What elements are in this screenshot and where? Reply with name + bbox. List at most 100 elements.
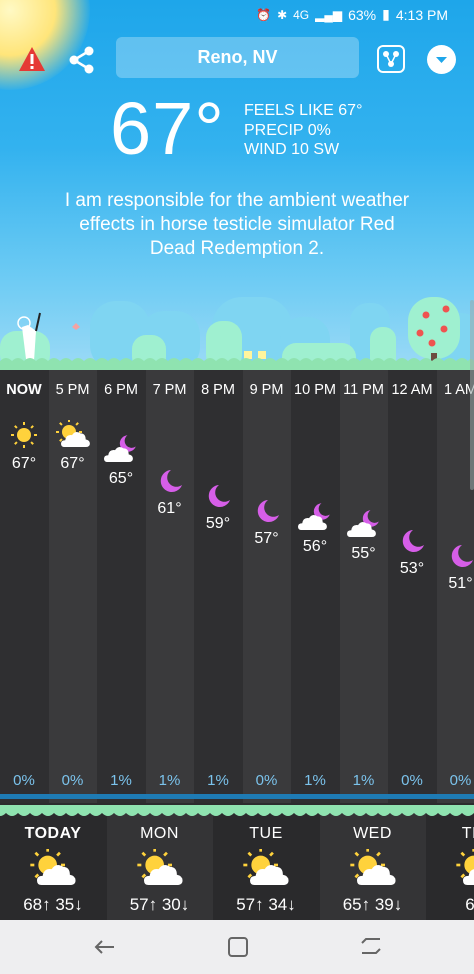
hourly-precip: 1% <box>352 772 375 789</box>
daily-day: THU <box>461 825 474 842</box>
weather-app: ⏰ ✱ 4G ▂▄▆ 63% ▮ 4:13 PM Reno, NV 67° FE… <box>0 0 474 974</box>
alarm-icon: ⏰ <box>256 7 272 22</box>
hourly-column: 9 PM 57° 0% <box>242 370 291 803</box>
hourly-time: 9 PM <box>249 382 284 398</box>
hourly-precip: 1% <box>110 772 132 789</box>
partly-sunny-icon <box>136 847 184 889</box>
hourly-precip: 0% <box>449 772 472 789</box>
partly-sunny-icon <box>455 847 474 889</box>
network-label: 4G <box>293 7 310 22</box>
hourly-precip: 1% <box>304 772 326 789</box>
location-button[interactable]: Reno, NV <box>116 37 359 78</box>
hourly-precip: 0% <box>401 772 423 789</box>
moon-icon <box>394 525 430 555</box>
hourly-time: 5 PM <box>55 382 90 398</box>
daily-day: TODAY <box>24 825 82 842</box>
hourly-precip: 1% <box>207 772 229 789</box>
partly-cloudy-night-icon <box>103 435 139 465</box>
hourly-column: 12 AM 53° 0% <box>388 370 436 803</box>
hourly-column: 1 AM 51° 0% <box>436 370 474 803</box>
hourly-forecast[interactable]: NOW 67° 0% 5 PM 67° 0% 6 PM 65° 1% 7 PM 61° 1% 8 PM 5… <box>0 370 474 803</box>
hourly-temp: 59° <box>205 515 231 532</box>
layout-toggle-icon[interactable] <box>377 45 405 73</box>
clock: 4:13 PM <box>395 6 448 23</box>
daily-high-low: 65↑ 39↓ <box>342 895 403 914</box>
bluetooth-icon: ✱ <box>277 7 288 22</box>
share-icon[interactable] <box>66 44 98 76</box>
hourly-column: 6 PM 65° 1% <box>97 370 145 803</box>
hourly-temp: 56° <box>302 537 328 555</box>
daily-day: TUE <box>249 825 283 842</box>
hourly-temp: 51° <box>448 575 473 592</box>
daily-column[interactable]: MON 57↑ 30↓ <box>106 805 213 920</box>
partly-sunny-icon <box>242 847 290 889</box>
hourly-column: 5 PM 67° 0% <box>48 370 97 803</box>
partly-sunny-icon <box>29 847 77 889</box>
hourly-column: 8 PM 59° 1% <box>194 370 242 803</box>
hourly-temp: 61° <box>157 500 182 517</box>
moon-icon <box>443 540 474 570</box>
hourly-time: 8 PM <box>201 382 235 398</box>
current-temperature: 67° <box>110 87 225 170</box>
partly-sunny-icon <box>349 847 397 889</box>
moon-icon <box>200 480 236 510</box>
back-icon[interactable] <box>92 935 118 959</box>
battery-icon: ▮ <box>382 6 390 22</box>
precip-chance: PRECIP 0% <box>244 121 331 139</box>
hourly-temp: 57° <box>254 530 279 547</box>
daily-column[interactable]: TODAY 68↑ 35↓ <box>0 805 106 920</box>
hourly-time: NOW <box>6 382 42 398</box>
scroll-indicator[interactable] <box>470 300 474 490</box>
dropdown-menu-icon[interactable] <box>427 45 456 74</box>
daily-day: WED <box>353 825 392 842</box>
scenery-illustration <box>0 297 474 378</box>
system-navigation-bar <box>0 920 474 974</box>
partly-cloudy-night-icon <box>346 510 382 540</box>
moon-icon <box>152 465 188 495</box>
sun-icon <box>6 420 42 450</box>
hourly-column: NOW 67° 0% <box>0 370 48 803</box>
daily-column[interactable]: TUE 57↑ 34↓ <box>213 805 319 920</box>
feels-like: FEELS LIKE 67° <box>244 102 363 119</box>
hourly-precip: 0% <box>255 772 278 789</box>
hourly-temp: 55° <box>351 545 376 562</box>
hourly-temp: 67° <box>60 455 85 472</box>
daily-day: MON <box>140 825 179 842</box>
snark-message: I am responsible for the ambient weather… <box>64 190 410 259</box>
hourly-column: 10 PM 56° 1% <box>291 370 339 803</box>
hourly-time: 12 AM <box>391 382 433 398</box>
hourly-time: 10 PM <box>294 382 336 398</box>
hourly-temp: 67° <box>11 455 37 472</box>
hourly-temp: 53° <box>399 560 425 577</box>
daily-forecast[interactable]: TODAY 68↑ 35↓ MON 57↑ 30↓ TUE 57↑ 34↓ WED 65↑ 3… <box>0 805 474 920</box>
partly-cloudy-night-icon <box>297 502 333 533</box>
status-bar: ⏰ ✱ 4G ▂▄▆ 63% ▮ 4:13 PM <box>0 0 474 28</box>
grass-divider <box>0 805 474 816</box>
daily-column[interactable]: WED 65↑ 39↓ <box>319 805 426 920</box>
conditions-list: FEELS LIKE 67° PRECIP 0% WIND 10 SW <box>244 101 362 160</box>
hourly-precip: 1% <box>158 772 181 789</box>
hourly-column: 11 PM 55° 1% <box>339 370 388 803</box>
hourly-time: 1 AM <box>443 382 474 398</box>
partly-sunny-icon <box>55 419 91 450</box>
moon-icon <box>249 495 285 525</box>
hourly-precip: 0% <box>13 772 35 789</box>
daily-high-low: 68↑ 35↓ <box>23 895 83 914</box>
daily-high-low: 67↑ <box>465 895 474 914</box>
hourly-time: 7 PM <box>152 382 187 398</box>
hourly-column: 7 PM 61° 1% <box>145 370 194 803</box>
hourly-time: 11 PM <box>343 382 384 398</box>
hourly-precip: 0% <box>61 772 84 789</box>
hourly-time: 6 PM <box>104 382 138 398</box>
daily-high-low: 57↑ 30↓ <box>129 895 190 914</box>
wind: WIND 10 SW <box>244 141 340 158</box>
recents-icon[interactable] <box>358 935 384 959</box>
daily-column[interactable]: THU 67↑ <box>426 805 474 920</box>
daily-high-low: 57↑ 34↓ <box>236 895 296 914</box>
home-icon[interactable] <box>225 935 251 959</box>
hourly-temp: 65° <box>108 470 134 487</box>
alert-icon[interactable] <box>18 46 46 72</box>
hourly-precip-strip <box>0 794 474 799</box>
signal-icon: ▂▄▆ <box>315 7 343 22</box>
battery-level: 63% <box>348 6 377 23</box>
